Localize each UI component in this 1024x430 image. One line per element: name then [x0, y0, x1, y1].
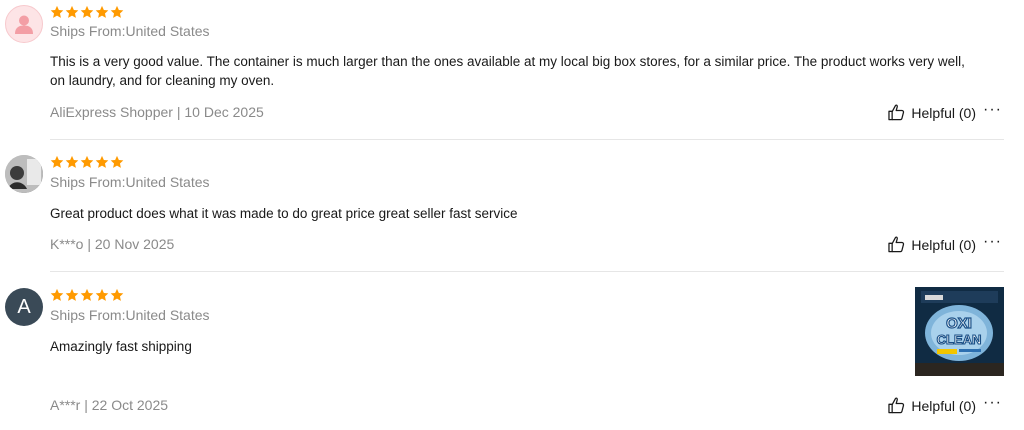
star-icon — [95, 155, 109, 168]
photo-brand-bottom: CLEAN — [937, 332, 982, 347]
more-options-button[interactable]: ··· — [983, 233, 1002, 251]
star-icon — [50, 5, 64, 18]
star-icon — [95, 5, 109, 18]
star-icon — [80, 155, 94, 168]
user-silhouette-icon — [15, 15, 33, 34]
star-icon — [80, 5, 94, 18]
helpful-button[interactable]: Helpful (0) — [887, 103, 976, 122]
star-rating — [50, 288, 124, 302]
star-icon — [80, 288, 94, 301]
star-icon — [110, 288, 124, 301]
star-icon — [110, 155, 124, 168]
ships-from-label: Ships From:United States — [50, 23, 210, 39]
ships-from-label: Ships From:United States — [50, 174, 210, 190]
review-divider — [50, 139, 1004, 140]
star-icon — [95, 288, 109, 301]
reviewer-meta: AliExpress Shopper | 10 Dec 2025 — [50, 104, 264, 120]
thumbs-up-icon — [888, 104, 905, 121]
star-icon — [110, 5, 124, 18]
reviewer-meta: K***o | 20 Nov 2025 — [50, 236, 175, 252]
reviewer-meta: A***r | 22 Oct 2025 — [50, 397, 169, 413]
thumbs-up-icon — [888, 397, 905, 414]
star-icon — [65, 155, 79, 168]
star-icon — [50, 155, 64, 168]
review-text: Great product does what it was made to d… — [50, 206, 518, 221]
helpful-button[interactable]: Helpful (0) — [887, 235, 976, 254]
reviewer-avatar — [5, 5, 43, 43]
helpful-label: Helpful (0) — [911, 397, 976, 414]
photo-brand-top: OXI — [946, 315, 972, 332]
more-options-button[interactable]: ··· — [983, 394, 1002, 412]
product-container-image: OXI CLEAN — [915, 287, 1004, 376]
review-divider — [50, 271, 1004, 272]
review-text: This is a very good value. The container… — [50, 54, 965, 88]
star-icon — [50, 288, 64, 301]
star-icon — [65, 5, 79, 18]
helpful-label: Helpful (0) — [911, 236, 976, 253]
reviewer-avatar: A — [5, 288, 43, 326]
more-options-button[interactable]: ··· — [983, 101, 1002, 119]
review-text: Amazingly fast shipping — [50, 339, 192, 354]
star-rating — [50, 155, 124, 169]
thumbs-up-icon — [888, 236, 905, 253]
reviewer-avatar — [5, 155, 43, 193]
star-rating — [50, 5, 124, 19]
helpful-label: Helpful (0) — [911, 104, 976, 121]
avatar-photo-icon — [5, 155, 43, 193]
ships-from-label: Ships From:United States — [50, 307, 210, 323]
star-icon — [65, 288, 79, 301]
review-photo-thumbnail[interactable]: OXI CLEAN — [915, 287, 1004, 376]
helpful-button[interactable]: Helpful (0) — [887, 396, 976, 415]
